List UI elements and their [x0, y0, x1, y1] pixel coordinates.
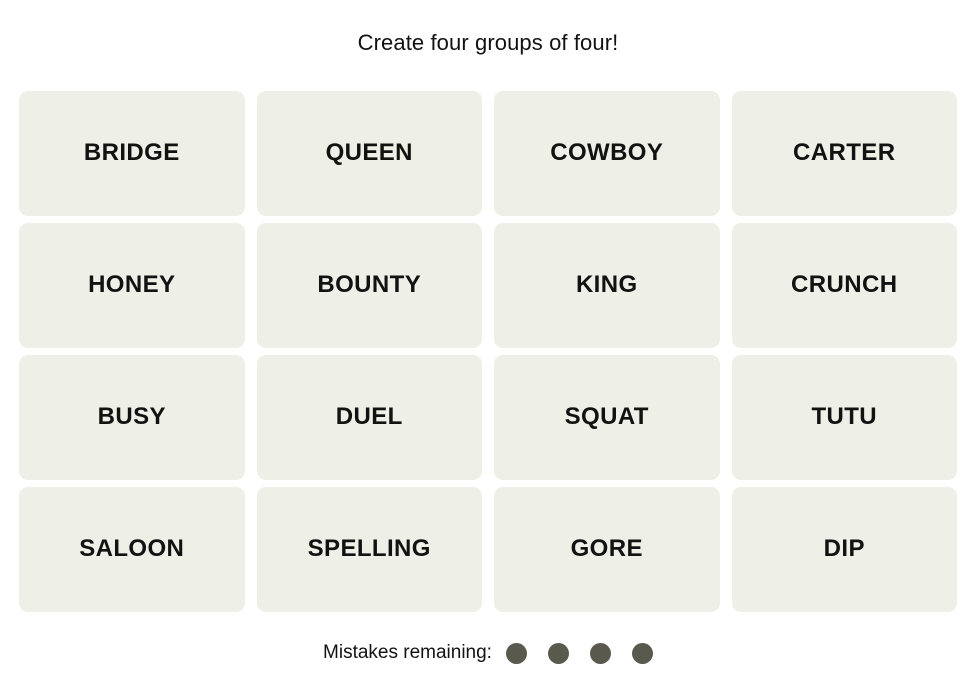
filled-dot-icon — [631, 642, 653, 664]
word-tile-label: GORE — [570, 535, 643, 563]
word-tile-label: COWBOY — [550, 139, 664, 167]
word-tile[interactable]: HONEY — [19, 223, 245, 348]
word-tile[interactable]: CARTER — [731, 91, 957, 216]
word-tile-label: SQUAT — [564, 403, 649, 431]
word-tile[interactable]: SALOON — [19, 487, 245, 612]
word-tile[interactable]: COWBOY — [494, 91, 720, 216]
word-tile-label: CARTER — [793, 139, 896, 167]
word-tile[interactable]: DUEL — [256, 355, 482, 480]
word-tile-label: BRIDGE — [83, 139, 180, 167]
filled-dot-icon — [589, 642, 611, 664]
word-tile-label: BUSY — [97, 403, 166, 431]
word-tile[interactable]: DIP — [731, 487, 957, 612]
word-tile[interactable]: BOUNTY — [256, 223, 482, 348]
word-tile[interactable]: GORE — [494, 487, 720, 612]
word-tile[interactable]: BRIDGE — [19, 91, 245, 216]
word-tile-label: DUEL — [335, 403, 403, 431]
word-tile[interactable]: SPELLING — [256, 487, 482, 612]
page-title: Create four groups of four! — [357, 30, 619, 55]
word-tile-label: QUEEN — [325, 139, 413, 167]
connections-game: Create four groups of four! BRIDGE QUEEN C… — [0, 0, 976, 692]
word-tile-label: KING — [575, 271, 638, 299]
word-tile[interactable]: CRUNCH — [731, 223, 957, 348]
mistakes-label: Mistakes remaining: — [323, 642, 492, 663]
word-tile-label: BOUNTY — [317, 271, 422, 299]
word-tile-label: TUTU — [811, 403, 878, 431]
word-tile[interactable]: BUSY — [19, 355, 245, 480]
word-grid: BRIDGE QUEEN COWBOY CARTER HONEY BOUNTY KING CR… — [19, 91, 957, 612]
word-tile-label: DIP — [823, 535, 865, 563]
filled-dot-icon — [547, 642, 569, 664]
word-tile[interactable]: KING — [494, 223, 720, 348]
word-tile[interactable]: TUTU — [731, 355, 957, 480]
mistakes-bar: Mistakes remaining: — [0, 640, 976, 666]
word-tile-label: HONEY — [88, 271, 176, 299]
word-tile-label: SALOON — [79, 535, 185, 563]
filled-dot-icon — [505, 642, 527, 664]
word-tile-label: CRUNCH — [791, 271, 898, 299]
word-tile-label: SPELLING — [307, 535, 431, 563]
mistakes-dots — [505, 642, 653, 664]
word-tile[interactable]: QUEEN — [256, 91, 482, 216]
word-tile[interactable]: SQUAT — [494, 355, 720, 480]
